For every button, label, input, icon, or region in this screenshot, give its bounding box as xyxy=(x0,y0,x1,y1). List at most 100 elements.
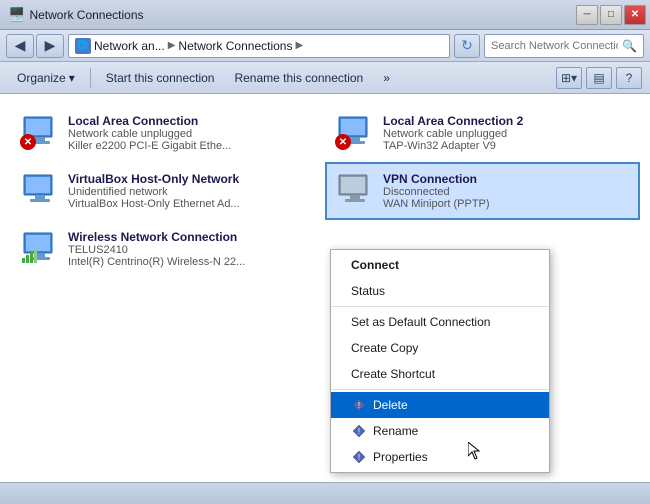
conn-status-local-area-2: Network cable unplugged xyxy=(383,128,630,140)
ctx-properties-icon: ! xyxy=(351,449,367,465)
context-menu: Connect Status Set as Default Connection… xyxy=(330,249,550,473)
connection-item-wireless[interactable]: Wireless Network Connection TELUS2410 In… xyxy=(10,220,325,278)
breadcrumb-part2: Network Connections xyxy=(178,39,292,53)
help-icon: ? xyxy=(626,71,633,85)
breadcrumb[interactable]: 🌐 Network an... ▶ Network Connections ▶ xyxy=(68,34,450,58)
view-icon: ⊞ xyxy=(561,71,571,85)
main-content: ✕ ✕ Local Area Connection Network cable … xyxy=(0,94,650,482)
conn-info-local-area-2: Local Area Connection 2 Network cable un… xyxy=(383,114,630,152)
conn-name-vpn: VPN Connection xyxy=(383,172,630,186)
connection-item-vpn[interactable]: VPN Connection Disconnected WAN Miniport… xyxy=(325,162,640,220)
breadcrumb-icon: 🌐 xyxy=(75,38,91,54)
conn-status-local-area: Network cable unplugged xyxy=(68,128,315,140)
status-bar xyxy=(0,482,650,504)
ctx-set-default[interactable]: Set as Default Connection xyxy=(331,309,549,335)
ctx-separator-2 xyxy=(331,389,549,390)
toolbar-divider-1 xyxy=(90,68,91,88)
window-icon: 🖥️ xyxy=(8,6,25,23)
conn-info-virtualbox: VirtualBox Host-Only Network Unidentifie… xyxy=(68,172,315,210)
error-icon-local-area: ✕ xyxy=(20,134,36,150)
conn-icon-local-area: ✕ ✕ xyxy=(20,114,60,150)
ctx-delete-icon: ! xyxy=(351,397,367,413)
close-button[interactable]: ✕ xyxy=(624,5,646,25)
main-window: 🖥️ Network Connections ─ □ ✕ ◀ ▶ 🌐 Netwo… xyxy=(0,0,650,504)
ctx-create-shortcut[interactable]: Create Shortcut xyxy=(331,361,549,387)
conn-name-wireless: Wireless Network Connection xyxy=(68,230,315,244)
ctx-set-default-label: Set as Default Connection xyxy=(351,315,490,329)
svg-text:!: ! xyxy=(358,401,360,410)
conn-detail-wireless: Intel(R) Centrino(R) Wireless-N 22... xyxy=(68,256,315,268)
more-arrow: » xyxy=(383,71,390,85)
ctx-rename[interactable]: ! Rename xyxy=(331,418,549,444)
minimize-button[interactable]: ─ xyxy=(576,5,598,25)
ctx-rename-label: Rename xyxy=(373,424,418,438)
conn-detail-vpn: WAN Miniport (PPTP) xyxy=(383,198,630,210)
more-button[interactable]: » xyxy=(374,65,399,91)
rename-connection-label: Rename this connection xyxy=(234,71,363,85)
title-controls: ─ □ ✕ xyxy=(576,5,646,25)
title-bar: 🖥️ Network Connections ─ □ ✕ xyxy=(0,0,650,30)
ctx-status[interactable]: Status xyxy=(331,278,549,304)
connection-item-local-area-2[interactable]: ✕ Local Area Connection 2 Network cable … xyxy=(325,104,640,162)
change-view-button[interactable]: ⊞ ▾ xyxy=(556,67,582,89)
panel-icon: ▤ xyxy=(593,71,604,85)
ctx-properties-label: Properties xyxy=(373,450,428,464)
conn-name-local-area: Local Area Connection xyxy=(68,114,315,128)
nav-buttons: ◀ ▶ xyxy=(6,34,64,58)
search-box: 🔍 xyxy=(484,34,644,58)
error-icon-local-area-2: ✕ xyxy=(335,134,351,150)
conn-status-wireless: TELUS2410 xyxy=(68,244,315,256)
breadcrumb-part1: Network an... xyxy=(94,39,165,53)
toolbar-right: ⊞ ▾ ▤ ? xyxy=(556,67,642,89)
ctx-separator-1 xyxy=(331,306,549,307)
breadcrumb-arrow-2: ▶ xyxy=(295,40,303,51)
rename-connection-button[interactable]: Rename this connection xyxy=(225,65,372,91)
search-input[interactable] xyxy=(491,40,618,52)
ctx-delete[interactable]: ! Delete xyxy=(331,392,549,418)
ctx-connect-label: Connect xyxy=(351,258,399,272)
conn-detail-local-area: Killer e2200 PCI-E Gigabit Ethe... xyxy=(68,140,315,152)
conn-status-virtualbox: Unidentified network xyxy=(68,186,315,198)
conn-detail-local-area-2: TAP-Win32 Adapter V9 xyxy=(383,140,630,152)
window-title: Network Connections xyxy=(29,8,143,22)
conn-detail-virtualbox: VirtualBox Host-Only Ethernet Ad... xyxy=(68,198,315,210)
forward-button[interactable]: ▶ xyxy=(36,34,64,58)
toolbar: Organize ▾ Start this connection Rename … xyxy=(0,62,650,94)
organize-label: Organize xyxy=(17,71,66,85)
ctx-connect[interactable]: Connect xyxy=(331,252,549,278)
ctx-create-copy-label: Create Copy xyxy=(351,341,418,355)
svg-text:!: ! xyxy=(358,427,360,436)
refresh-button[interactable]: ↻ xyxy=(454,34,480,58)
ctx-status-label: Status xyxy=(351,284,385,298)
start-connection-label: Start this connection xyxy=(106,71,215,85)
breadcrumb-arrow-1: ▶ xyxy=(168,40,176,51)
conn-icon-vpn xyxy=(335,172,375,208)
address-bar: ◀ ▶ 🌐 Network an... ▶ Network Connection… xyxy=(0,30,650,62)
conn-info-vpn: VPN Connection Disconnected WAN Miniport… xyxy=(383,172,630,210)
title-bar-left: 🖥️ Network Connections xyxy=(8,6,144,23)
conn-name-virtualbox: VirtualBox Host-Only Network xyxy=(68,172,315,186)
connection-item-local-area[interactable]: ✕ ✕ Local Area Connection Network cable … xyxy=(10,104,325,162)
view-arrow: ▾ xyxy=(571,71,577,85)
maximize-button[interactable]: □ xyxy=(600,5,622,25)
conn-icon-local-area-2: ✕ xyxy=(335,114,375,150)
back-button[interactable]: ◀ xyxy=(6,34,34,58)
conn-info-wireless: Wireless Network Connection TELUS2410 In… xyxy=(68,230,315,268)
ctx-rename-icon: ! xyxy=(351,423,367,439)
conn-info-local-area: Local Area Connection Network cable unpl… xyxy=(68,114,315,152)
connection-item-virtualbox[interactable]: VirtualBox Host-Only Network Unidentifie… xyxy=(10,162,325,220)
svg-text:!: ! xyxy=(358,453,360,462)
ctx-create-copy[interactable]: Create Copy xyxy=(331,335,549,361)
conn-icon-wireless xyxy=(20,230,60,266)
help-button[interactable]: ? xyxy=(616,67,642,89)
preview-panel-button[interactable]: ▤ xyxy=(586,67,612,89)
organize-button[interactable]: Organize ▾ xyxy=(8,65,84,91)
conn-name-local-area-2: Local Area Connection 2 xyxy=(383,114,630,128)
search-icon: 🔍 xyxy=(622,39,637,53)
conn-status-vpn: Disconnected xyxy=(383,186,630,198)
organize-arrow: ▾ xyxy=(69,71,75,85)
start-connection-button[interactable]: Start this connection xyxy=(97,65,224,91)
ctx-create-shortcut-label: Create Shortcut xyxy=(351,367,435,381)
conn-icon-virtualbox xyxy=(20,172,60,208)
ctx-properties[interactable]: ! Properties xyxy=(331,444,549,470)
